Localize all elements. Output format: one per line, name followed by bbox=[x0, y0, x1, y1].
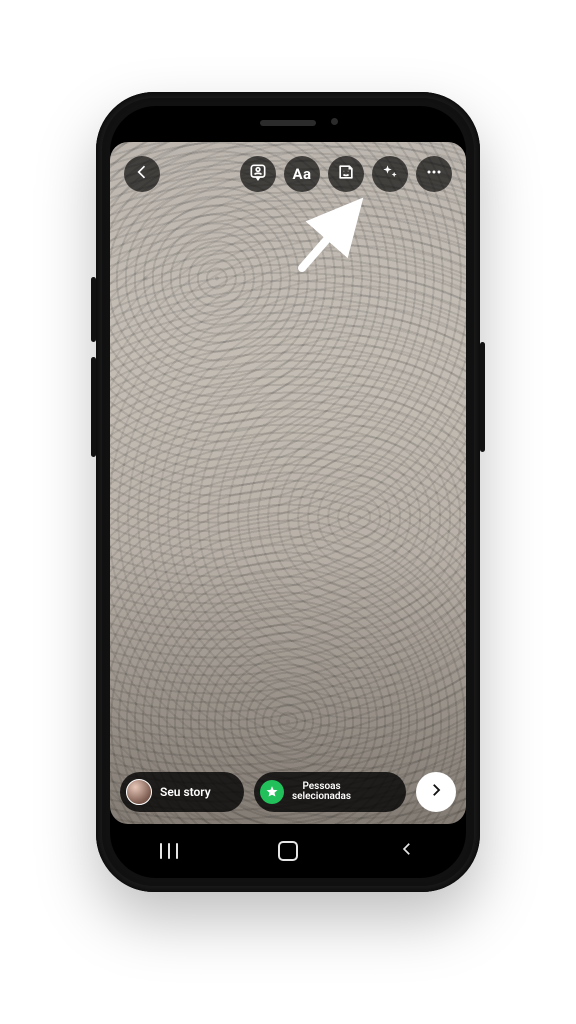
android-nav-bar bbox=[110, 824, 466, 878]
nav-home-button[interactable] bbox=[278, 841, 298, 861]
sticker-button[interactable] bbox=[328, 156, 364, 192]
effects-button[interactable] bbox=[372, 156, 408, 192]
sticker-icon bbox=[336, 162, 356, 186]
story-editor-canvas[interactable]: Aa bbox=[110, 142, 466, 824]
your-story-label: Seu story bbox=[160, 785, 211, 799]
avatar bbox=[126, 779, 152, 805]
screen: Aa bbox=[110, 106, 466, 878]
back-button[interactable] bbox=[124, 156, 160, 192]
power-button bbox=[480, 342, 485, 452]
nav-back-button[interactable] bbox=[398, 840, 416, 862]
close-friends-star-icon bbox=[260, 780, 284, 804]
your-story-button[interactable]: Seu story bbox=[120, 772, 244, 812]
close-friends-button[interactable]: Pessoas selecionadas bbox=[254, 772, 406, 812]
next-button[interactable] bbox=[416, 772, 456, 812]
volume-up-button bbox=[91, 277, 96, 342]
share-row: Seu story Pessoas selecionadas bbox=[120, 772, 456, 812]
annotation-arrow bbox=[290, 190, 380, 284]
text-tool-icon: Aa bbox=[292, 165, 311, 183]
chevron-left-icon bbox=[132, 162, 152, 186]
chevron-right-icon bbox=[427, 781, 445, 803]
tag-people-icon bbox=[248, 162, 268, 186]
notch bbox=[208, 106, 368, 136]
close-friends-label: Pessoas selecionadas bbox=[292, 782, 351, 803]
more-icon bbox=[424, 162, 444, 186]
story-editor-toolbar: Aa bbox=[124, 156, 452, 192]
tag-people-button[interactable] bbox=[240, 156, 276, 192]
nav-recents-button[interactable] bbox=[160, 843, 178, 859]
text-tool-button[interactable]: Aa bbox=[284, 156, 320, 192]
volume-down-button bbox=[91, 357, 96, 457]
more-button[interactable] bbox=[416, 156, 452, 192]
phone-frame: Aa bbox=[96, 92, 480, 892]
sparkle-icon bbox=[380, 162, 400, 186]
